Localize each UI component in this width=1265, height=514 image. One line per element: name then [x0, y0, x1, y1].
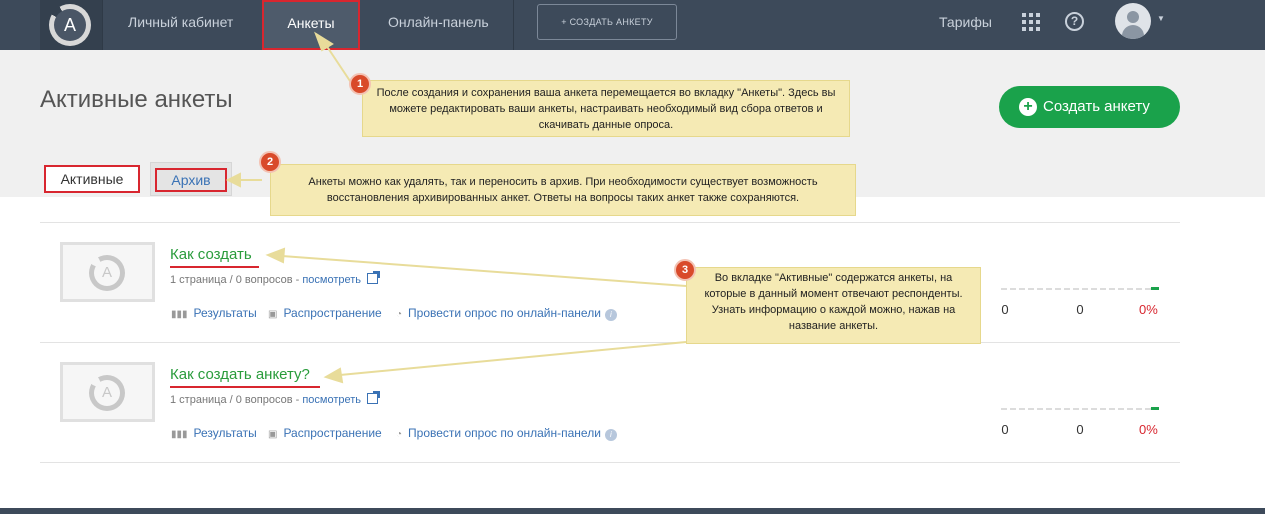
tooltip-2: Анкеты можно как удалять, так и переноси…	[270, 164, 856, 216]
arrow-2-head	[225, 172, 241, 188]
arrow-3a-line	[281, 255, 687, 287]
footer-bar	[0, 508, 1265, 514]
tooltip-badge-2: 2	[259, 151, 281, 173]
annotation-arrows	[225, 31, 687, 384]
tooltip-3: Во вкладке "Активные" содержатся анкеты,…	[686, 267, 981, 344]
arrow-1-head	[314, 31, 334, 52]
arrow-3b-head	[323, 367, 344, 384]
tooltip-badge-3: 3	[674, 259, 696, 281]
tooltip-badge-1: 1	[349, 73, 371, 95]
arrow-3b-line	[339, 341, 687, 376]
arrow-3a-head	[265, 247, 286, 264]
arrow-1-line	[323, 41, 353, 85]
tooltip-1: После создания и сохранения ваша анкета …	[362, 80, 850, 137]
